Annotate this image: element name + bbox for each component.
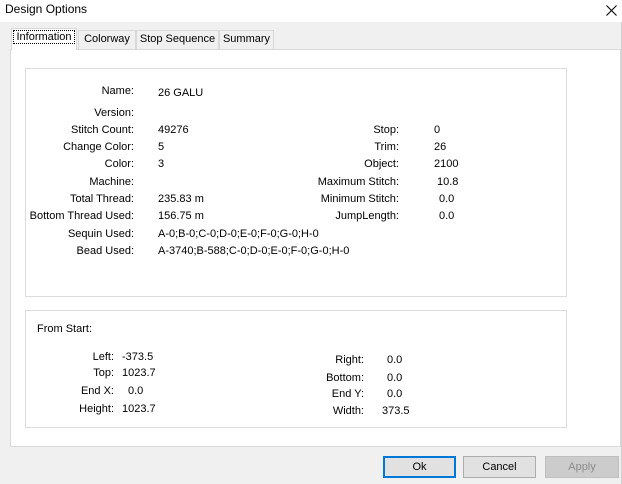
object-label: Object:	[364, 158, 399, 170]
height-value: 1023.7	[122, 403, 156, 415]
max-stitch-label: Maximum Stitch:	[317, 176, 399, 188]
close-icon	[605, 4, 617, 16]
title-bar: Design Options	[0, 0, 622, 22]
total-thread-value: 235.83 m	[158, 193, 204, 205]
change-color-value: 5	[158, 141, 165, 153]
design-options-dialog: Design Options Information Colorway Stop…	[0, 0, 622, 484]
from-start-group: From Start: Left: -373.5 Top: 1023.7 End…	[25, 310, 567, 428]
stitch-count-label: Stitch Count:	[71, 124, 134, 136]
endx-value: 0.0	[128, 385, 144, 397]
left-value: -373.5	[122, 351, 154, 363]
machine-label: Machine:	[89, 176, 134, 188]
ok-button[interactable]: Ok	[383, 456, 456, 478]
sequin-label: Sequin Used:	[67, 228, 134, 240]
tab-colorway[interactable]: Colorway	[78, 30, 136, 49]
width-label: Width:	[332, 405, 364, 417]
color-label: Color:	[104, 158, 134, 170]
version-label: Version:	[94, 107, 134, 119]
height-label: Height:	[79, 403, 114, 415]
name-label: Name:	[101, 85, 134, 97]
bottom-label: Bottom:	[326, 372, 364, 384]
tab-stop-sequence-label: Stop Sequence	[139, 33, 216, 45]
tab-information-label: Information	[13, 30, 75, 44]
min-stitch-label: Minimum Stitch:	[320, 193, 399, 205]
jump-length-value: 0.0	[439, 210, 455, 222]
sequin-value: A-0;B-0;C-0;D-0;E-0;F-0;G-0;H-0	[158, 228, 319, 240]
stop-label: Stop:	[373, 124, 399, 136]
tab-summary[interactable]: Summary	[219, 30, 274, 49]
tab-colorway-label: Colorway	[84, 33, 130, 45]
total-thread-label: Total Thread:	[69, 193, 134, 205]
endy-label: End Y:	[331, 388, 364, 400]
trim-value: 26	[434, 141, 447, 153]
min-stitch-value: 0.0	[439, 193, 455, 205]
object-value: 2100	[434, 158, 459, 170]
top-label: Top:	[93, 367, 114, 379]
information-panel: Name: 26 GALU Version: Stitch Count: 492…	[10, 49, 621, 447]
trim-label: Trim:	[374, 141, 399, 153]
bead-value: A-3740;B-588;C-0;D-0;E-0;F-0;G-0;H-0	[158, 245, 350, 257]
tab-summary-label: Summary	[222, 33, 271, 45]
max-stitch-value: 10.8	[437, 176, 459, 188]
bead-label: Bead Used:	[76, 245, 134, 257]
width-value: 373.5	[382, 405, 410, 417]
jump-length-label: JumpLength:	[335, 210, 399, 222]
window-title: Design Options	[5, 2, 88, 16]
top-value: 1023.7	[122, 367, 156, 379]
name-value: 26 GALU	[158, 87, 204, 99]
stop-value: 0	[434, 124, 441, 136]
color-value: 3	[158, 158, 165, 170]
bottom-thread-label: Bottom Thread Used:	[29, 210, 134, 222]
close-button[interactable]	[600, 0, 622, 20]
stitch-count-value: 49276	[158, 124, 189, 136]
endx-label: End X:	[80, 385, 114, 397]
apply-button[interactable]: Apply	[545, 456, 619, 478]
left-label: Left:	[92, 351, 114, 363]
right-value: 0.0	[387, 354, 403, 366]
endy-value: 0.0	[387, 388, 403, 400]
right-label: Right:	[335, 354, 364, 366]
bottom-value: 0.0	[387, 372, 403, 384]
change-color-label: Change Color:	[63, 141, 134, 153]
from-start-heading: From Start:	[37, 323, 93, 335]
bottom-thread-value: 156.75 m	[158, 210, 204, 222]
tab-information[interactable]: Information	[11, 28, 77, 50]
tab-stop-sequence[interactable]: Stop Sequence	[136, 30, 219, 49]
cancel-button[interactable]: Cancel	[463, 456, 536, 478]
design-info-group: Name: 26 GALU Version: Stitch Count: 492…	[25, 68, 567, 297]
